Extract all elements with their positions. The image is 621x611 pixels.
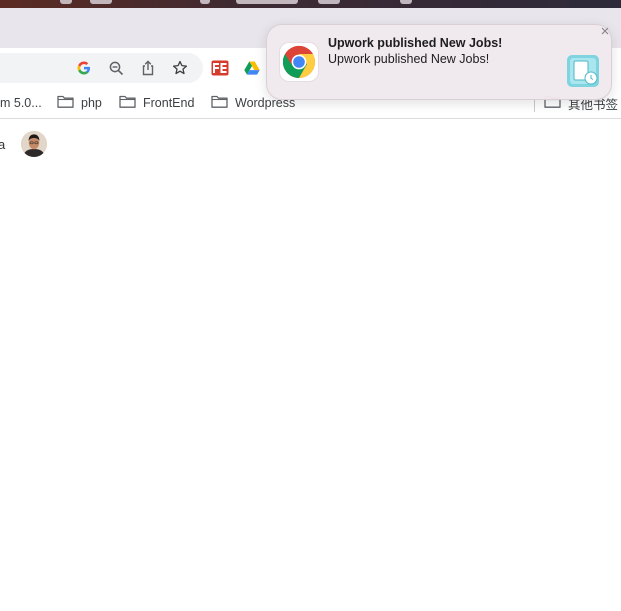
bookmark-folder-php[interactable]: php bbox=[57, 93, 102, 113]
menubar-icon[interactable] bbox=[200, 0, 210, 4]
google-icon[interactable] bbox=[74, 58, 94, 78]
page-partial-text: a bbox=[0, 137, 6, 152]
avatar[interactable] bbox=[21, 131, 47, 157]
zoom-out-icon[interactable] bbox=[106, 58, 126, 78]
menubar-icon[interactable] bbox=[236, 0, 298, 4]
menubar-icon[interactable] bbox=[400, 0, 412, 4]
menubar-icon[interactable] bbox=[318, 0, 340, 4]
folder-icon bbox=[119, 95, 136, 111]
bookmark-label: m 5.0... bbox=[0, 96, 42, 110]
bookmark-item[interactable]: m 5.0... bbox=[0, 93, 42, 113]
bookmark-folder-frontend[interactable]: FrontEnd bbox=[119, 93, 194, 113]
bookmark-label: php bbox=[81, 96, 102, 110]
share-icon[interactable] bbox=[138, 58, 158, 78]
notification-title: Upwork published New Jobs! bbox=[328, 36, 503, 50]
menubar-icon[interactable] bbox=[90, 0, 112, 4]
notification-close-icon[interactable] bbox=[601, 27, 609, 38]
notification-banner[interactable]: Upwork published New Jobs! Upwork publis… bbox=[266, 24, 612, 100]
macos-menubar bbox=[0, 0, 621, 8]
document-clock-icon bbox=[566, 54, 600, 88]
extension-fe-icon[interactable] bbox=[210, 58, 230, 78]
bookmark-label: FrontEnd bbox=[143, 96, 195, 110]
notification-body: Upwork published New Jobs! bbox=[328, 52, 490, 66]
folder-icon bbox=[57, 95, 74, 111]
google-drive-icon[interactable] bbox=[242, 58, 262, 78]
folder-icon bbox=[211, 95, 228, 111]
menubar-icon[interactable] bbox=[60, 0, 72, 4]
chrome-icon bbox=[280, 43, 318, 81]
star-icon[interactable] bbox=[170, 58, 190, 78]
